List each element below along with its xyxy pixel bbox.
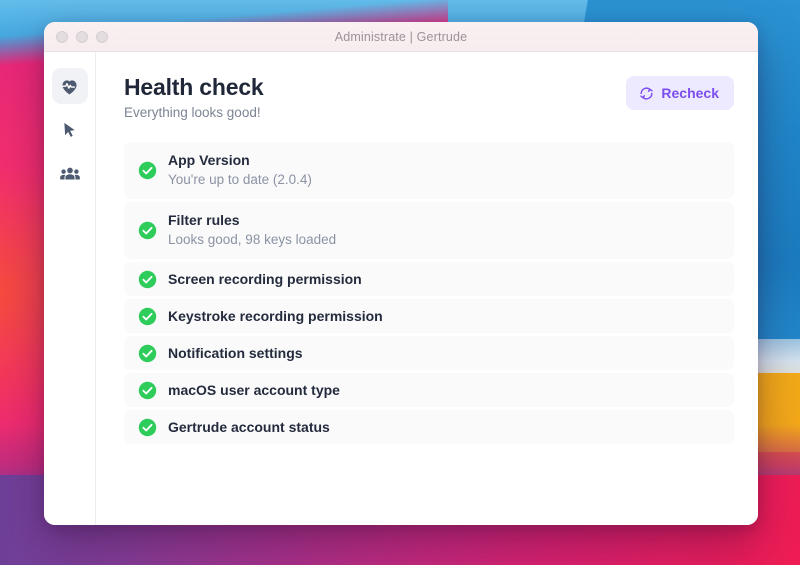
check-circle-icon: [138, 307, 157, 326]
window-body: Health check Everything looks good! Rech…: [44, 52, 758, 525]
heart-pulse-icon: [59, 76, 80, 97]
check-texts: Gertrude account status: [168, 418, 330, 437]
sidebar-item-health-check[interactable]: [51, 68, 88, 104]
sidebar-item-users[interactable]: [52, 156, 88, 192]
window-title: Administrate | Gertrude: [334, 29, 468, 44]
page-subtitle: Everything looks good!: [124, 105, 261, 121]
check-row[interactable]: macOS user account type: [124, 373, 734, 407]
sidebar-item-activity[interactable]: [52, 112, 88, 148]
check-circle-icon: [138, 221, 157, 240]
check-circle-icon: [138, 418, 157, 437]
check-circle-icon: [138, 344, 157, 363]
page-header-texts: Health check Everything looks good!: [124, 74, 264, 120]
health-check-list: App Version You're up to date (2.0.4) Fi…: [124, 142, 734, 444]
check-texts: Filter rules Looks good, 98 keys loaded: [168, 211, 336, 250]
check-texts: Keystroke recording permission: [168, 307, 383, 326]
check-row[interactable]: Gertrude account status: [124, 410, 734, 444]
check-label: Notification settings: [168, 344, 303, 361]
zoom-button[interactable]: [96, 30, 108, 43]
window-titlebar[interactable]: Administrate | Gertrude: [44, 22, 758, 52]
check-circle-icon: [138, 161, 157, 180]
page-title: Health check: [124, 74, 264, 100]
check-label: Filter rules: [168, 212, 240, 229]
close-button[interactable]: [56, 30, 68, 43]
check-label: Keystroke recording permission: [168, 307, 383, 324]
page-header: Health check Everything looks good! Rech…: [124, 74, 734, 120]
minimize-button[interactable]: [76, 30, 88, 43]
check-texts: Screen recording permission: [168, 270, 362, 289]
check-label: App Version: [168, 152, 250, 169]
check-circle-icon: [138, 381, 157, 400]
check-label: macOS user account type: [168, 381, 340, 398]
refresh-icon: [639, 86, 654, 101]
sidebar: [44, 52, 96, 525]
app-window: Administrate | Gertrude Health check Eve…: [44, 22, 758, 525]
recheck-button-label: Recheck: [661, 85, 719, 101]
users-group-icon: [59, 163, 81, 185]
traffic-light-group: [44, 30, 108, 43]
main-content: Health check Everything looks good! Rech…: [96, 52, 758, 525]
check-texts: macOS user account type: [168, 381, 340, 400]
recheck-button[interactable]: Recheck: [626, 76, 734, 110]
check-row[interactable]: Keystroke recording permission: [124, 299, 734, 333]
check-label: Screen recording permission: [168, 270, 362, 287]
check-texts: App Version You're up to date (2.0.4): [168, 151, 312, 190]
check-label: Gertrude account status: [168, 418, 330, 435]
check-texts: Notification settings: [168, 344, 303, 363]
check-circle-icon: [138, 270, 157, 289]
check-row[interactable]: Screen recording permission: [124, 262, 734, 296]
check-detail: Looks good, 98 keys loaded: [168, 232, 337, 248]
check-row[interactable]: Filter rules Looks good, 98 keys loaded: [124, 202, 734, 259]
check-row[interactable]: App Version You're up to date (2.0.4): [124, 142, 734, 200]
cursor-pointer-icon: [60, 121, 79, 140]
check-detail: You're up to date (2.0.4): [168, 172, 312, 188]
check-row[interactable]: Notification settings: [124, 336, 734, 370]
